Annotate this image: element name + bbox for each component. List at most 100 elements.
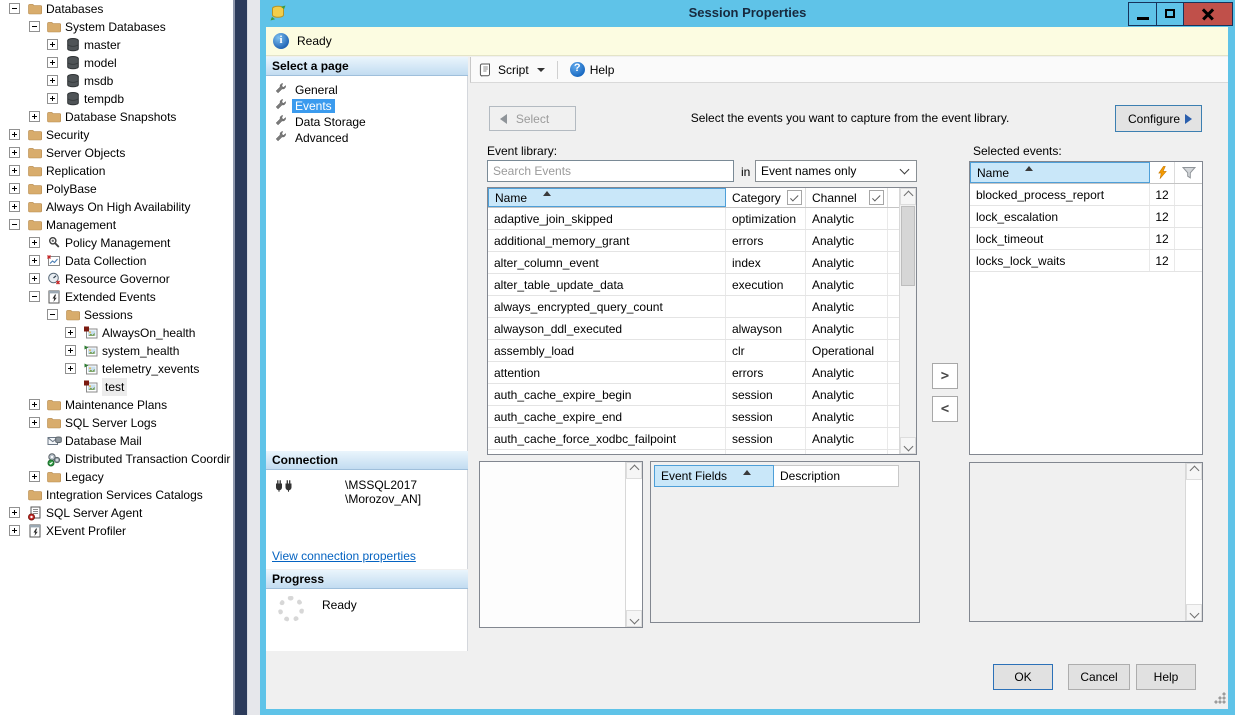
details-scrollbar[interactable] <box>1185 463 1202 621</box>
tree-item[interactable]: Database Snapshots <box>0 108 233 126</box>
minus-expander-icon[interactable] <box>47 309 58 320</box>
tree-item[interactable]: Extended Events <box>0 288 233 306</box>
column-header-configured[interactable] <box>1150 162 1175 183</box>
tree-item[interactable]: Security <box>0 126 233 144</box>
selected-event-row[interactable]: locks_lock_waits12 <box>970 250 1202 272</box>
cancel-button[interactable]: Cancel <box>1068 664 1130 690</box>
minimize-button[interactable] <box>1128 2 1157 26</box>
tree-item[interactable]: Database Mail <box>0 432 233 450</box>
plus-expander-icon[interactable] <box>9 507 20 518</box>
tree-item[interactable]: telemetry_xevents <box>0 360 233 378</box>
plus-expander-icon[interactable] <box>47 75 58 86</box>
column-header-channel[interactable]: Channel <box>806 188 888 207</box>
plus-expander-icon[interactable] <box>9 525 20 536</box>
scroll-up-button[interactable] <box>626 462 642 479</box>
tree-item[interactable]: Data Collection <box>0 252 233 270</box>
script-button[interactable]: Script <box>471 59 551 81</box>
channel-filter-icon[interactable] <box>869 190 884 205</box>
tree-item[interactable]: SQL Server Logs <box>0 414 233 432</box>
event-library-row[interactable]: assembly_loadclrOperational <box>488 340 916 362</box>
plus-expander-icon[interactable] <box>29 273 40 284</box>
tree-item[interactable]: Management <box>0 216 233 234</box>
plus-expander-icon[interactable] <box>65 363 76 374</box>
tree-item[interactable]: Always On High Availability <box>0 198 233 216</box>
scrollbar-thumb[interactable] <box>901 206 915 286</box>
column-header-event-fields[interactable]: Event Fields <box>654 465 774 487</box>
tree-item[interactable]: SQL Server Agent <box>0 504 233 522</box>
plus-expander-icon[interactable] <box>29 111 40 122</box>
scroll-down-button[interactable] <box>626 610 642 627</box>
tree-item[interactable]: PolyBase <box>0 180 233 198</box>
column-header-filter[interactable] <box>1175 162 1202 183</box>
tree-item[interactable]: Server Objects <box>0 144 233 162</box>
tree-item[interactable]: Integration Services Catalogs <box>0 486 233 504</box>
plus-expander-icon[interactable] <box>47 39 58 50</box>
tree-item[interactable]: test <box>0 378 233 396</box>
tree-item[interactable]: System Databases <box>0 18 233 36</box>
tree-item[interactable]: Maintenance Plans <box>0 396 233 414</box>
help-button[interactable]: Help <box>1136 664 1196 690</box>
selected-event-row[interactable]: lock_timeout12 <box>970 228 1202 250</box>
search-events-input[interactable] <box>487 160 734 182</box>
tree-item[interactable]: Databases <box>0 0 233 18</box>
tree-item[interactable]: Policy Management <box>0 234 233 252</box>
script-dropdown-icon[interactable] <box>537 68 545 72</box>
tree-item[interactable]: model <box>0 54 233 72</box>
view-connection-properties-link[interactable]: View connection properties <box>272 549 416 563</box>
plus-expander-icon[interactable] <box>29 255 40 266</box>
event-library-row[interactable]: auth_cache_lookup_failuresessionAnalytic <box>488 450 916 455</box>
select-button[interactable]: Select <box>489 106 576 131</box>
event-library-row[interactable]: adaptive_join_skippedoptimizationAnalyti… <box>488 208 916 230</box>
tree-item[interactable]: AlwaysOn_health <box>0 324 233 342</box>
remove-event-button[interactable]: < <box>932 396 958 422</box>
tree-item[interactable]: Distributed Transaction Coordir <box>0 450 233 468</box>
tree-item[interactable]: XEvent Profiler <box>0 522 233 540</box>
minus-expander-icon[interactable] <box>9 3 20 14</box>
description-scrollbar[interactable] <box>625 462 642 627</box>
column-header-name[interactable]: Name <box>970 162 1150 183</box>
help-toolbar-button[interactable]: Help <box>564 59 621 81</box>
maximize-button[interactable] <box>1156 2 1184 26</box>
tree-item[interactable]: master <box>0 36 233 54</box>
object-explorer-scrollbar[interactable] <box>233 0 248 715</box>
minus-expander-icon[interactable] <box>29 291 40 302</box>
tree-item[interactable]: tempdb <box>0 90 233 108</box>
resize-grip[interactable] <box>1214 692 1226 704</box>
selected-event-row[interactable]: lock_escalation12 <box>970 206 1202 228</box>
tree-item[interactable]: system_health <box>0 342 233 360</box>
tree-item[interactable]: Replication <box>0 162 233 180</box>
add-event-button[interactable]: > <box>932 363 958 389</box>
plus-expander-icon[interactable] <box>9 165 20 176</box>
scroll-up-button[interactable] <box>1186 463 1202 480</box>
plus-expander-icon[interactable] <box>9 183 20 194</box>
plus-expander-icon[interactable] <box>9 201 20 212</box>
column-header-category[interactable]: Category <box>726 188 806 207</box>
configure-button[interactable]: Configure <box>1115 105 1202 132</box>
plus-expander-icon[interactable] <box>9 147 20 158</box>
page-item-events[interactable]: Events <box>266 98 467 114</box>
event-library-row[interactable]: alter_column_eventindexAnalytic <box>488 252 916 274</box>
selected-event-row[interactable]: blocked_process_report12 <box>970 184 1202 206</box>
scroll-down-button[interactable] <box>900 437 916 454</box>
category-filter-icon[interactable] <box>787 190 802 205</box>
scroll-up-button[interactable] <box>900 188 916 205</box>
event-library-row[interactable]: alwayson_ddl_executedalwaysonAnalytic <box>488 318 916 340</box>
plus-expander-icon[interactable] <box>47 93 58 104</box>
event-library-row[interactable]: auth_cache_expire_endsessionAnalytic <box>488 406 916 428</box>
tree-item[interactable]: Resource Governor <box>0 270 233 288</box>
page-item-data-storage[interactable]: Data Storage <box>266 114 467 130</box>
event-library-row[interactable]: always_encrypted_query_countAnalytic <box>488 296 916 318</box>
plus-expander-icon[interactable] <box>65 345 76 356</box>
plus-expander-icon[interactable] <box>9 129 20 140</box>
page-item-general[interactable]: General <box>266 82 467 98</box>
library-grid-scrollbar[interactable] <box>899 188 916 454</box>
plus-expander-icon[interactable] <box>47 57 58 68</box>
column-header-description[interactable]: Description <box>774 465 899 487</box>
page-item-advanced[interactable]: Advanced <box>266 130 467 146</box>
plus-expander-icon[interactable] <box>29 471 40 482</box>
plus-expander-icon[interactable] <box>65 327 76 338</box>
event-library-row[interactable]: auth_cache_force_xodbc_failpointsessionA… <box>488 428 916 450</box>
plus-expander-icon[interactable] <box>29 237 40 248</box>
event-library-row[interactable]: auth_cache_expire_beginsessionAnalytic <box>488 384 916 406</box>
tree-item[interactable]: Legacy <box>0 468 233 486</box>
